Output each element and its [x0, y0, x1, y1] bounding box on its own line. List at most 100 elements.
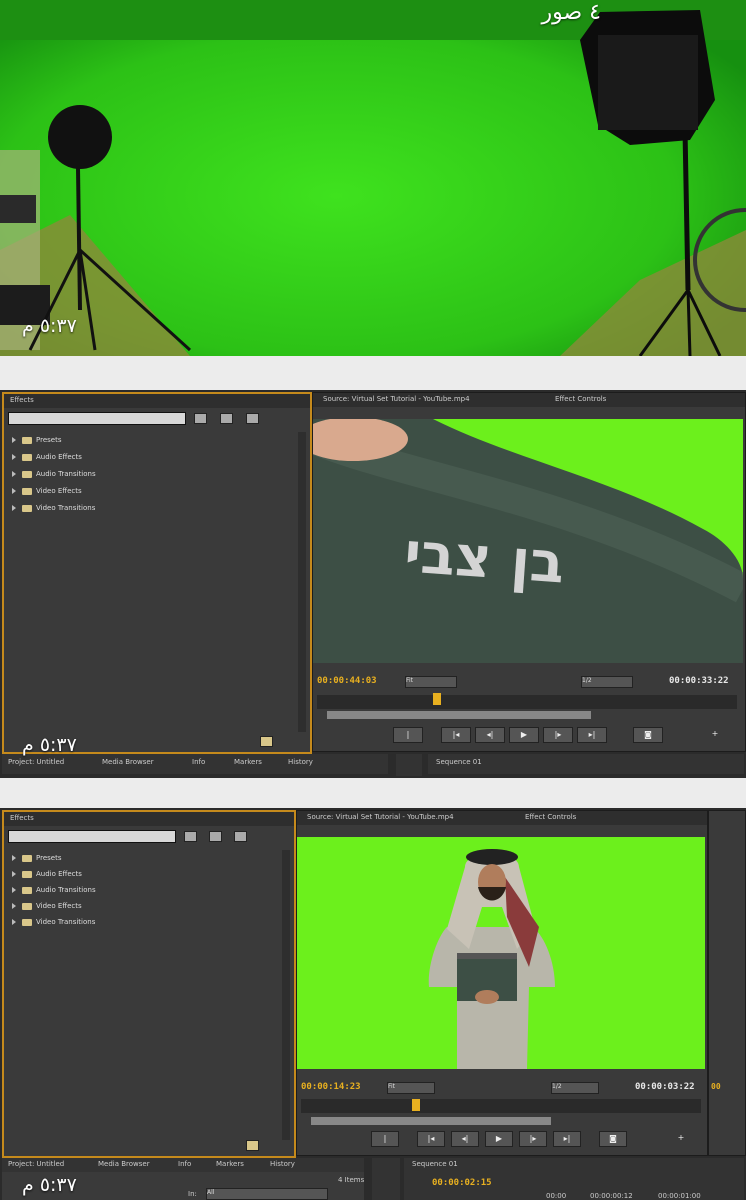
- folder-icon: [22, 902, 32, 910]
- timecode-playhead[interactable]: 00:00:44:03: [317, 676, 377, 686]
- effects-search-input[interactable]: [8, 412, 186, 425]
- tab-effects[interactable]: Effects: [10, 396, 34, 404]
- mark-in-button[interactable]: |: [371, 1131, 399, 1147]
- scrollbar[interactable]: [282, 850, 290, 1140]
- tab-sequence[interactable]: Sequence 01: [436, 758, 482, 766]
- tab-media-browser[interactable]: Media Browser: [98, 1160, 150, 1168]
- scrollbar[interactable]: [298, 432, 306, 732]
- program-monitor-panel[interactable]: 00: [708, 810, 746, 1156]
- new-folder-icon[interactable]: [246, 1140, 259, 1151]
- expand-icon: [12, 903, 16, 909]
- tree-item-video-transitions[interactable]: Video Transitions: [12, 918, 95, 926]
- add-button[interactable]: +: [705, 727, 725, 741]
- go-to-out-button[interactable]: ▸|: [553, 1131, 581, 1147]
- play-button[interactable]: ▶: [509, 727, 539, 743]
- tab-info[interactable]: Info: [178, 1160, 191, 1168]
- effects-panel-tabs: Effects: [4, 394, 310, 408]
- tree-item-presets[interactable]: Presets: [12, 854, 61, 862]
- tab-project[interactable]: Project: Untitled: [8, 758, 64, 766]
- tree-item-video-effects[interactable]: Video Effects: [12, 487, 82, 495]
- resolution-dropdown[interactable]: 1/2: [551, 1082, 599, 1094]
- timecode-playhead[interactable]: 00:00:14:23: [301, 1082, 361, 1092]
- go-to-out-button[interactable]: ▸|: [577, 727, 607, 743]
- folder-icon: [22, 870, 32, 878]
- tree-item-audio-effects[interactable]: Audio Effects: [12, 453, 82, 461]
- message-photo-premiere-1[interactable]: Effects Presets Audio Effects Audio Tran…: [0, 390, 746, 778]
- accelerated-effects-icon[interactable]: [220, 413, 233, 424]
- tree-item-audio-transitions[interactable]: Audio Transitions: [12, 470, 96, 478]
- export-frame-button[interactable]: ◙: [599, 1131, 627, 1147]
- program-timecode: 00: [711, 1082, 721, 1091]
- tab-markers[interactable]: Markers: [234, 758, 262, 766]
- play-button[interactable]: ▶: [485, 1131, 513, 1147]
- sequence-timecode[interactable]: 00:00:02:15: [432, 1178, 492, 1188]
- zoom-scroll-bar[interactable]: [327, 711, 591, 719]
- go-to-in-button[interactable]: |◂: [441, 727, 471, 743]
- expand-icon: [12, 919, 16, 925]
- tree-item-audio-effects[interactable]: Audio Effects: [12, 870, 82, 878]
- item-count: 4 Items: [338, 1176, 365, 1184]
- tree-item-presets[interactable]: Presets: [12, 436, 61, 444]
- go-to-in-button[interactable]: |◂: [417, 1131, 445, 1147]
- folder-icon: [22, 504, 32, 512]
- tree-item-video-effects[interactable]: Video Effects: [12, 902, 82, 910]
- fit-dropdown[interactable]: Fit: [405, 676, 457, 688]
- message-timestamp: ٥:٣٧ م: [22, 315, 77, 337]
- new-bin-icon[interactable]: [194, 413, 207, 424]
- playhead-marker[interactable]: [412, 1099, 420, 1111]
- green-screen-studio-image: [0, 0, 746, 356]
- ruler-tick-0: 00:00: [546, 1192, 567, 1200]
- tab-media-browser[interactable]: Media Browser: [102, 758, 154, 766]
- effects-search-input[interactable]: [8, 830, 176, 843]
- export-frame-button[interactable]: ◙: [633, 727, 663, 743]
- tab-info[interactable]: Info: [192, 758, 205, 766]
- effects-panel[interactable]: Effects Presets Audio Effects Audio Tran…: [2, 392, 312, 754]
- expand-icon: [12, 505, 16, 511]
- in-filter-dropdown[interactable]: All: [206, 1188, 328, 1200]
- tab-effect-controls[interactable]: Effect Controls: [555, 395, 606, 403]
- yuv-effects-icon[interactable]: [234, 831, 247, 842]
- tab-history[interactable]: History: [270, 1160, 295, 1168]
- playhead-marker[interactable]: [433, 693, 441, 705]
- timeline-ruler[interactable]: [317, 695, 737, 709]
- new-bin-icon[interactable]: [184, 831, 197, 842]
- new-folder-icon[interactable]: [260, 736, 273, 747]
- tab-source[interactable]: Source: Virtual Set Tutorial - YouTube.m…: [307, 813, 454, 821]
- tab-project[interactable]: Project: Untitled: [8, 1160, 64, 1168]
- folder-icon: [22, 470, 32, 478]
- yuv-effects-icon[interactable]: [246, 413, 259, 424]
- timeline-panel[interactable]: Sequence 01 00:00:02:15 00:00 00:00:00:1…: [404, 1158, 744, 1200]
- project-panel-tabs: Project: Untitled Media Browser Info Mar…: [2, 754, 388, 774]
- step-back-button[interactable]: ◂|: [475, 727, 505, 743]
- source-monitor-panel[interactable]: Source: Virtual Set Tutorial - YouTube.m…: [312, 392, 746, 752]
- tab-source[interactable]: Source: Virtual Set Tutorial - YouTube.m…: [323, 395, 470, 403]
- tab-effect-controls[interactable]: Effect Controls: [525, 813, 576, 821]
- tree-item-video-transitions[interactable]: Video Transitions: [12, 504, 95, 512]
- video-frame-bag: בן צבי: [313, 419, 743, 663]
- zoom-scroll-bar[interactable]: [311, 1117, 551, 1125]
- folder-icon: [22, 918, 32, 926]
- step-forward-button[interactable]: |▸: [519, 1131, 547, 1147]
- source-monitor-panel[interactable]: Source: Virtual Set Tutorial - YouTube.m…: [296, 810, 708, 1156]
- tab-effects[interactable]: Effects: [10, 814, 34, 822]
- tab-history[interactable]: History: [288, 758, 313, 766]
- message-photo-premiere-2[interactable]: Effects Presets Audio Effects Audio Tran…: [0, 808, 746, 1200]
- step-back-button[interactable]: ◂|: [451, 1131, 479, 1147]
- message-photo-studio[interactable]: ٤ صور ٥:٣٧ م: [0, 0, 746, 356]
- step-forward-button[interactable]: |▸: [543, 727, 573, 743]
- tree-item-audio-transitions[interactable]: Audio Transitions: [12, 886, 96, 894]
- tab-markers[interactable]: Markers: [216, 1160, 244, 1168]
- tools-panel[interactable]: [372, 1158, 400, 1200]
- tab-sequence[interactable]: Sequence 01: [412, 1160, 458, 1168]
- mark-in-button[interactable]: |: [393, 727, 423, 743]
- fit-dropdown[interactable]: Fit: [387, 1082, 435, 1094]
- tools-panel[interactable]: [396, 754, 422, 776]
- resolution-dropdown[interactable]: 1/2: [581, 676, 633, 688]
- in-label: In:: [188, 1190, 197, 1198]
- expand-icon: [12, 471, 16, 477]
- accelerated-effects-icon[interactable]: [209, 831, 222, 842]
- add-button[interactable]: +: [671, 1131, 691, 1145]
- folder-icon: [22, 487, 32, 495]
- timeline-ruler[interactable]: [301, 1099, 701, 1113]
- effects-panel[interactable]: Effects Presets Audio Effects Audio Tran…: [2, 810, 296, 1158]
